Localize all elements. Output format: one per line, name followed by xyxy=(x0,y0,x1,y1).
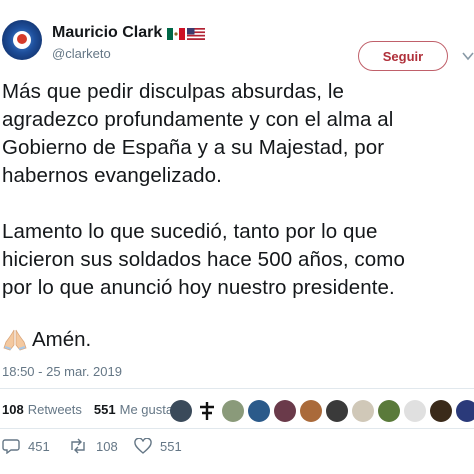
like-count: 551 xyxy=(160,438,182,454)
liker-avatar[interactable] xyxy=(326,400,348,422)
liker-avatar[interactable] xyxy=(222,400,244,422)
retweets-label[interactable]: Retweets xyxy=(28,402,82,417)
liker-avatar[interactable] xyxy=(170,400,192,422)
heart-icon xyxy=(134,438,152,454)
liker-avatar[interactable] xyxy=(196,400,218,422)
engagement-stats: 108 Retweets 551 Me gusta xyxy=(2,402,173,417)
liker-avatar[interactable] xyxy=(248,400,270,422)
folded-hands-icon xyxy=(2,328,28,352)
likes-label[interactable]: Me gusta xyxy=(120,402,173,417)
display-name[interactable]: Mauricio Clark xyxy=(52,24,162,42)
liker-avatar[interactable] xyxy=(430,400,452,422)
tweet-paragraph-1: Más que pedir disculpas absurdas, le agr… xyxy=(2,80,394,187)
liker-avatar[interactable] xyxy=(404,400,426,422)
name-row: Mauricio Clark xyxy=(52,24,206,42)
divider xyxy=(0,388,474,389)
liker-avatar[interactable] xyxy=(274,400,296,422)
likers-avatars xyxy=(170,400,474,422)
liker-avatar[interactable] xyxy=(378,400,400,422)
tweet-header: Mauricio Clark @clarketo Seguir xyxy=(0,14,474,71)
retweet-count: 108 xyxy=(96,438,118,454)
retweet-icon xyxy=(71,438,85,454)
reply-count: 451 xyxy=(28,438,50,454)
mexico-flag-icon xyxy=(167,27,186,40)
liker-avatar[interactable] xyxy=(352,400,374,422)
tweet-actions: 451 108 551 xyxy=(0,438,474,466)
amen-text: Amén. xyxy=(32,328,92,351)
tweet-paragraph-2: Lamento lo que sucedió, tanto por lo que… xyxy=(2,220,405,299)
like-button[interactable]: 551 xyxy=(134,438,182,454)
user-handle[interactable]: @clarketo xyxy=(52,46,111,61)
usa-flag-icon xyxy=(187,27,206,40)
tweet-timestamp[interactable]: 18:50 - 25 mar. 2019 xyxy=(2,364,122,379)
chevron-down-icon[interactable] xyxy=(462,48,474,62)
follow-button[interactable]: Seguir xyxy=(358,41,448,71)
reply-button[interactable]: 451 xyxy=(2,438,50,454)
retweets-count[interactable]: 108 xyxy=(2,402,24,417)
retweet-button[interactable]: 108 xyxy=(68,438,118,454)
tweet-text: Más que pedir disculpas absurdas, le agr… xyxy=(2,78,470,302)
liker-avatar[interactable] xyxy=(300,400,322,422)
liker-avatar[interactable] xyxy=(456,400,474,422)
avatar[interactable] xyxy=(2,20,42,60)
amen-line: Amén. xyxy=(2,328,91,352)
likes-count[interactable]: 551 xyxy=(94,402,116,417)
divider xyxy=(0,428,474,429)
reply-icon xyxy=(2,439,20,454)
